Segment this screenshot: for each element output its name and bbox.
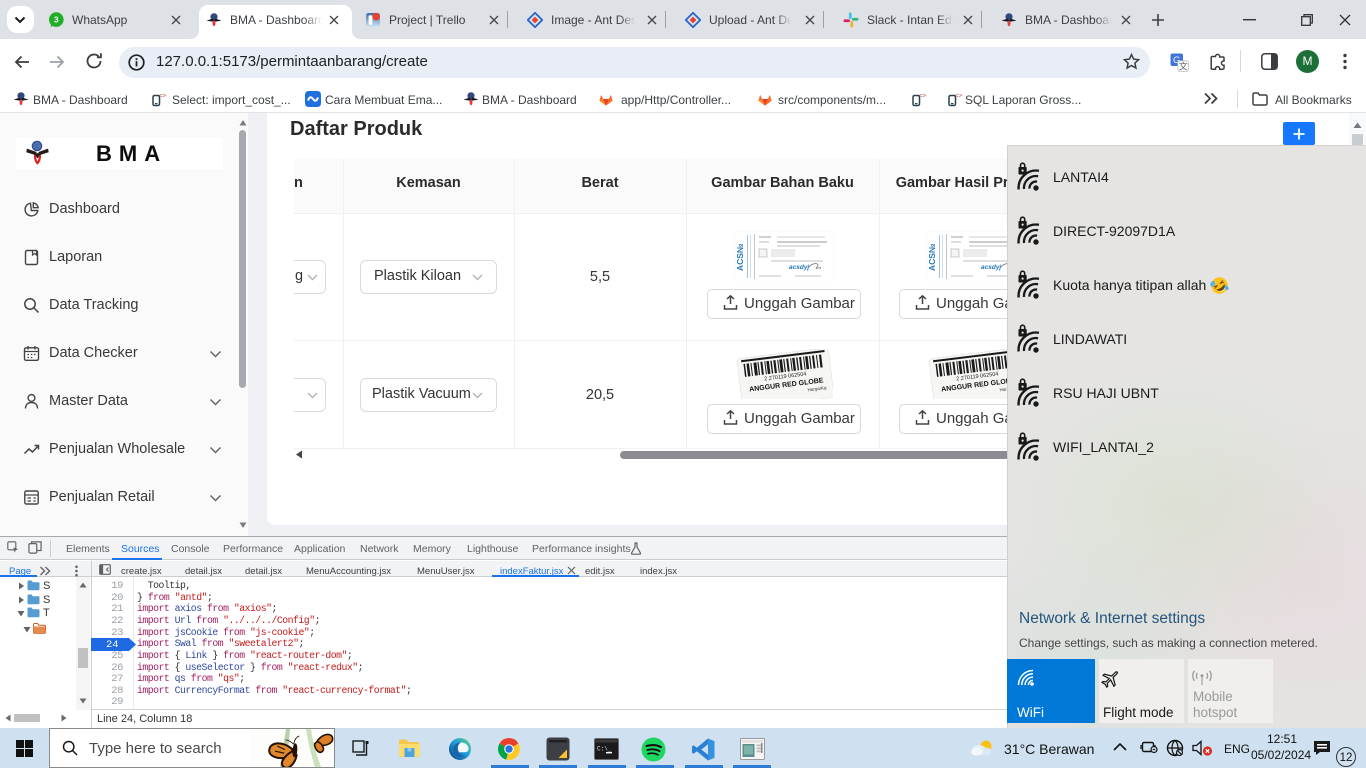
- svg-text:acsdyj: acsdyj: [981, 264, 1001, 271]
- svg-text:3: 3: [54, 15, 59, 25]
- svg-text:C:\_: C:\_: [597, 746, 612, 753]
- svg-text:文: 文: [1179, 60, 1188, 71]
- svg-text:ACS№: ACS№: [735, 243, 745, 271]
- svg-text:<>: <>: [919, 93, 926, 100]
- svg-text:<>: <>: [955, 93, 962, 100]
- svg-text:acsdyj: acsdyj: [789, 264, 809, 271]
- svg-text:ACS№: ACS№: [927, 243, 937, 271]
- svg-text:<>: <>: [159, 93, 166, 100]
